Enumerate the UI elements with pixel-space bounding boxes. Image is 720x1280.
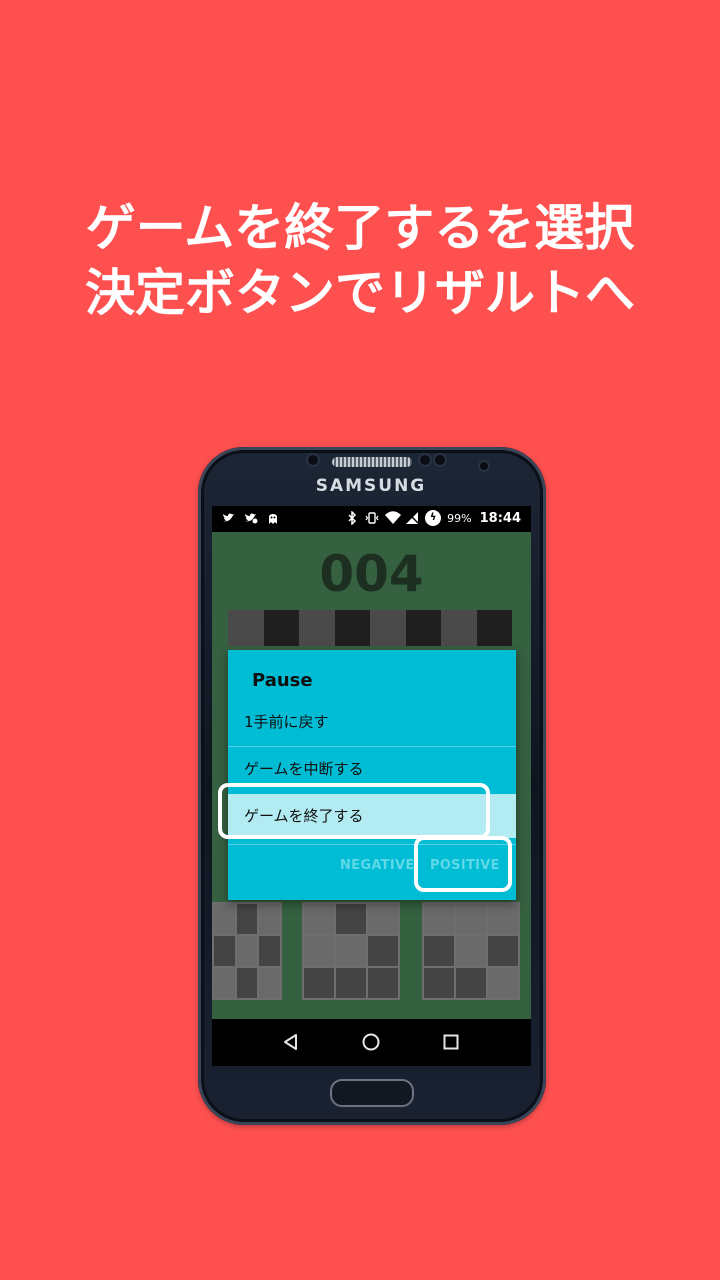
pattern-tile[interactable] <box>212 902 282 1000</box>
wifi-icon <box>385 511 402 525</box>
sensor <box>435 455 445 465</box>
pattern-tile[interactable] <box>302 902 400 1000</box>
earpiece-speaker <box>332 457 412 467</box>
twitter-icon <box>222 511 236 525</box>
move-counter: 004 <box>319 545 424 603</box>
pattern-tile[interactable] <box>422 902 520 1000</box>
battery-percent: 99% <box>447 511 472 525</box>
front-camera <box>480 462 488 470</box>
front-camera <box>308 455 318 465</box>
clock: 18:44 <box>479 510 521 526</box>
headline-line-2: 決定ボタンでリザルトへ <box>85 264 635 322</box>
ghost-icon <box>266 511 280 525</box>
hardware-home-button[interactable] <box>330 1079 414 1107</box>
battery-icon: ϟ <box>425 510 442 526</box>
negative-button[interactable]: NEGATIVE <box>340 858 415 873</box>
pattern-tiles <box>212 902 531 1002</box>
vibrate-icon <box>365 511 379 525</box>
board-strip <box>228 610 512 646</box>
end-game-highlight <box>218 783 490 839</box>
navigation-bar <box>212 1019 531 1066</box>
sensor <box>420 455 430 465</box>
status-bar: ϟ 99% 18:44 <box>212 506 531 532</box>
twitter-alt-icon <box>244 511 258 525</box>
back-icon[interactable] <box>280 1031 302 1053</box>
no-signal-icon <box>405 511 419 525</box>
bluetooth-icon <box>345 510 359 526</box>
recents-icon[interactable] <box>440 1031 462 1053</box>
undo-option[interactable]: 1手前に戻す <box>228 700 516 744</box>
home-icon[interactable] <box>360 1031 382 1053</box>
headline-line-1: ゲームを終了するを選択 <box>85 199 635 257</box>
positive-button-highlight <box>414 836 512 892</box>
game-screen: 004 Pause 1手前に戻す ゲームを中断する ゲームを終了する NEGAT… <box>212 532 531 1019</box>
dialog-title: Pause <box>252 670 313 691</box>
device-brand: SAMSUNG <box>315 476 427 496</box>
